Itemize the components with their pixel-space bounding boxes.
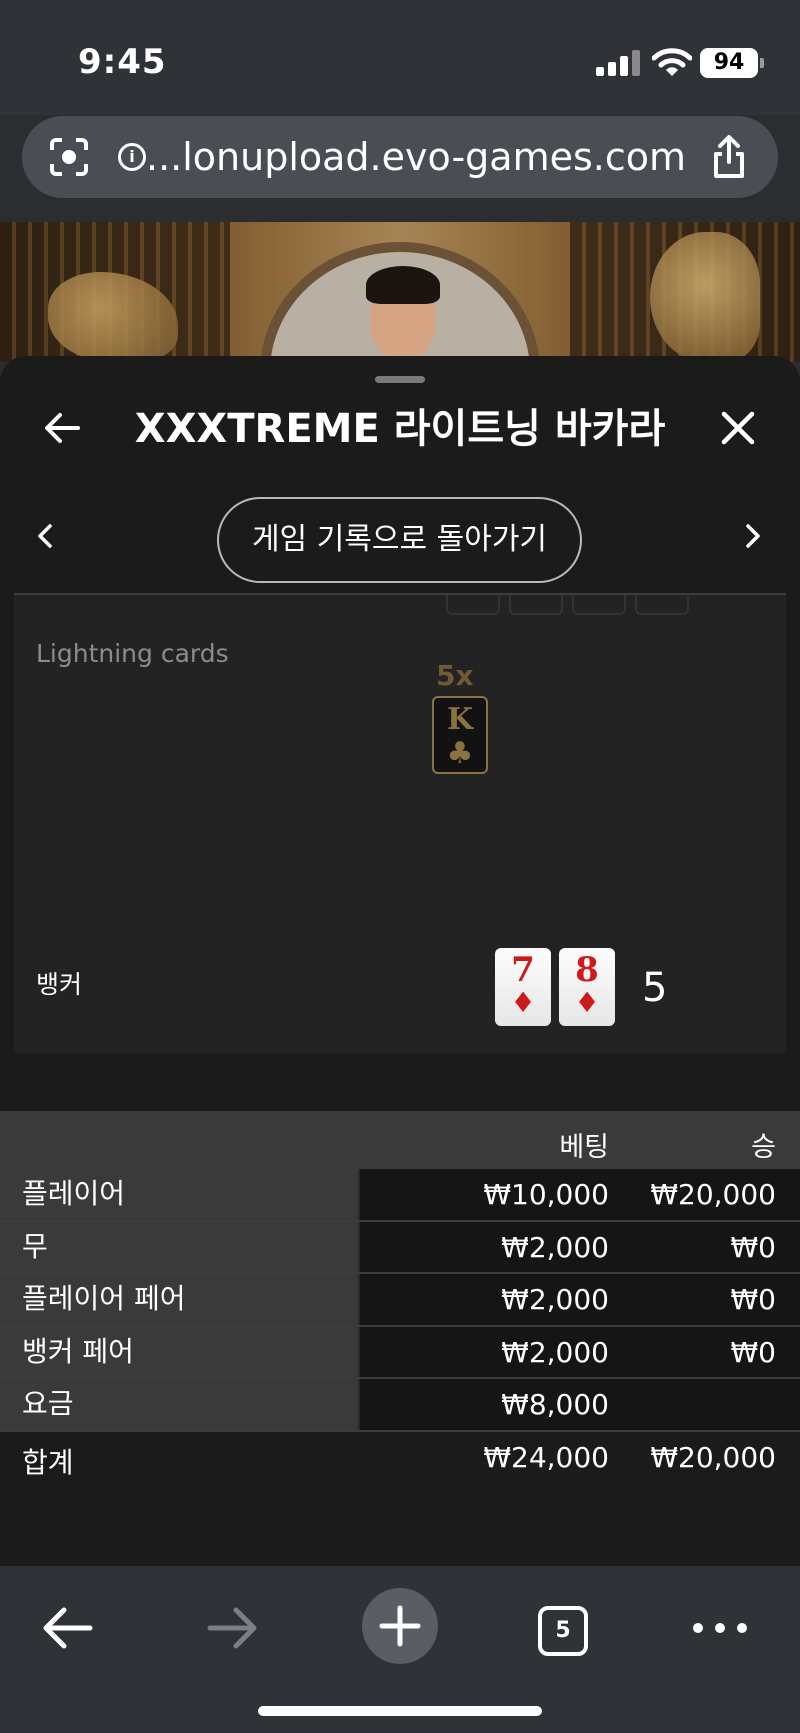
club-suit-icon: ♣: [446, 736, 474, 771]
sheet-title: XXXTREME 라이트닝 바카라: [134, 406, 666, 452]
win-amount: ₩0: [730, 1283, 777, 1317]
table-row: 플레이어 ₩10,000 ₩20,000: [0, 1169, 800, 1222]
bet-amount: ₩2,000: [501, 1283, 609, 1317]
lightning-multiplier: 5x: [436, 659, 474, 692]
bets-table-header: 베팅 승: [0, 1111, 800, 1169]
address-bar[interactable]: i ...lonupload.evo-games.com: [22, 116, 778, 198]
share-icon[interactable]: [708, 134, 750, 180]
browser-forward-icon[interactable]: [192, 1588, 272, 1668]
card-rank: 8: [575, 950, 599, 990]
chevron-right-icon[interactable]: [738, 516, 768, 556]
total-row: 합계 ₩24,000 ₩20,000: [0, 1432, 800, 1484]
lens-icon[interactable]: [48, 136, 90, 178]
card-rank: 7: [511, 950, 535, 990]
url-text[interactable]: ...lonupload.evo-games.com: [146, 134, 686, 180]
bet-type-label: 플레이어: [0, 1169, 360, 1220]
game-history-sheet: XXXTREME 라이트닝 바카라 게임 기록으로 돌아가기 Lightning…: [0, 356, 800, 1566]
diamond-suit-icon: ♦: [510, 986, 536, 1019]
bet-amount: ₩8,000: [501, 1388, 609, 1422]
bet-type-label: 요금: [0, 1379, 360, 1430]
bet-type-label: 무: [0, 1221, 360, 1273]
win-amount: ₩0: [730, 1230, 777, 1264]
total-label: 합계: [22, 1445, 74, 1479]
bet-amount: ₩10,000: [483, 1178, 609, 1211]
wifi-icon: [652, 48, 692, 76]
table-row: 플레이어 페어 ₩2,000 ₩0: [0, 1274, 800, 1327]
plus-icon: [379, 1605, 421, 1647]
table-row: 무 ₩2,000 ₩0: [0, 1221, 800, 1275]
round-cards-panel: Lightning cards 5x K ♣ 뱅커 7 ♦ 8 ♦ 5: [14, 595, 786, 1053]
status-bar: 9:45 94: [0, 0, 800, 115]
back-to-history-button[interactable]: 게임 기록으로 돌아가기: [217, 497, 582, 583]
scrolled-cards-edge: [432, 595, 692, 617]
column-header-win: 승: [751, 1132, 776, 1163]
column-header-bet: 베팅: [559, 1132, 609, 1163]
sheet-drag-handle[interactable]: [375, 376, 425, 383]
banker-label: 뱅커: [36, 970, 83, 999]
bet-amount: ₩2,000: [501, 1335, 609, 1369]
browser-back-icon[interactable]: [28, 1588, 108, 1668]
total-bet-amount: ₩24,000: [483, 1440, 609, 1474]
dealer-hair: [366, 266, 440, 304]
new-tab-button[interactable]: [362, 1588, 438, 1664]
chevron-left-icon[interactable]: [30, 516, 60, 556]
bet-type-label: 뱅커 페어: [0, 1326, 360, 1378]
table-row: 요금 ₩8,000: [0, 1379, 800, 1432]
banker-card: 7 ♦: [495, 948, 551, 1026]
live-video-feed: [0, 222, 800, 362]
bet-type-label: 플레이어 페어: [0, 1274, 360, 1325]
diamond-suit-icon: ♦: [574, 986, 600, 1019]
cellular-signal-icon: [596, 50, 640, 76]
total-win-amount: ₩20,000: [650, 1440, 776, 1474]
lightning-cards-label: Lightning cards: [36, 639, 229, 668]
table-row: 뱅커 페어 ₩2,000 ₩0: [0, 1326, 800, 1380]
battery-indicator: 94: [700, 48, 764, 78]
status-time: 9:45: [78, 42, 167, 82]
bet-amount: ₩2,000: [501, 1230, 609, 1264]
more-options-icon[interactable]: [680, 1588, 760, 1668]
tab-switcher-button[interactable]: 5: [538, 1606, 588, 1656]
banker-card: 8 ♦: [559, 948, 615, 1026]
win-amount: ₩0: [730, 1335, 777, 1369]
card-rank: K: [446, 702, 474, 737]
banker-score: 5: [642, 965, 668, 1011]
tiger-statue: [650, 232, 760, 362]
close-icon[interactable]: [716, 406, 760, 450]
lightning-card: K ♣: [432, 696, 488, 774]
home-indicator[interactable]: [258, 1706, 542, 1716]
win-amount: ₩20,000: [650, 1178, 776, 1211]
site-info-icon[interactable]: i: [118, 143, 146, 171]
browser-toolbar: 5: [0, 1566, 800, 1733]
bets-table: 베팅 승 플레이어 ₩10,000 ₩20,000 무 ₩2,000 ₩0 플레…: [0, 1111, 800, 1484]
